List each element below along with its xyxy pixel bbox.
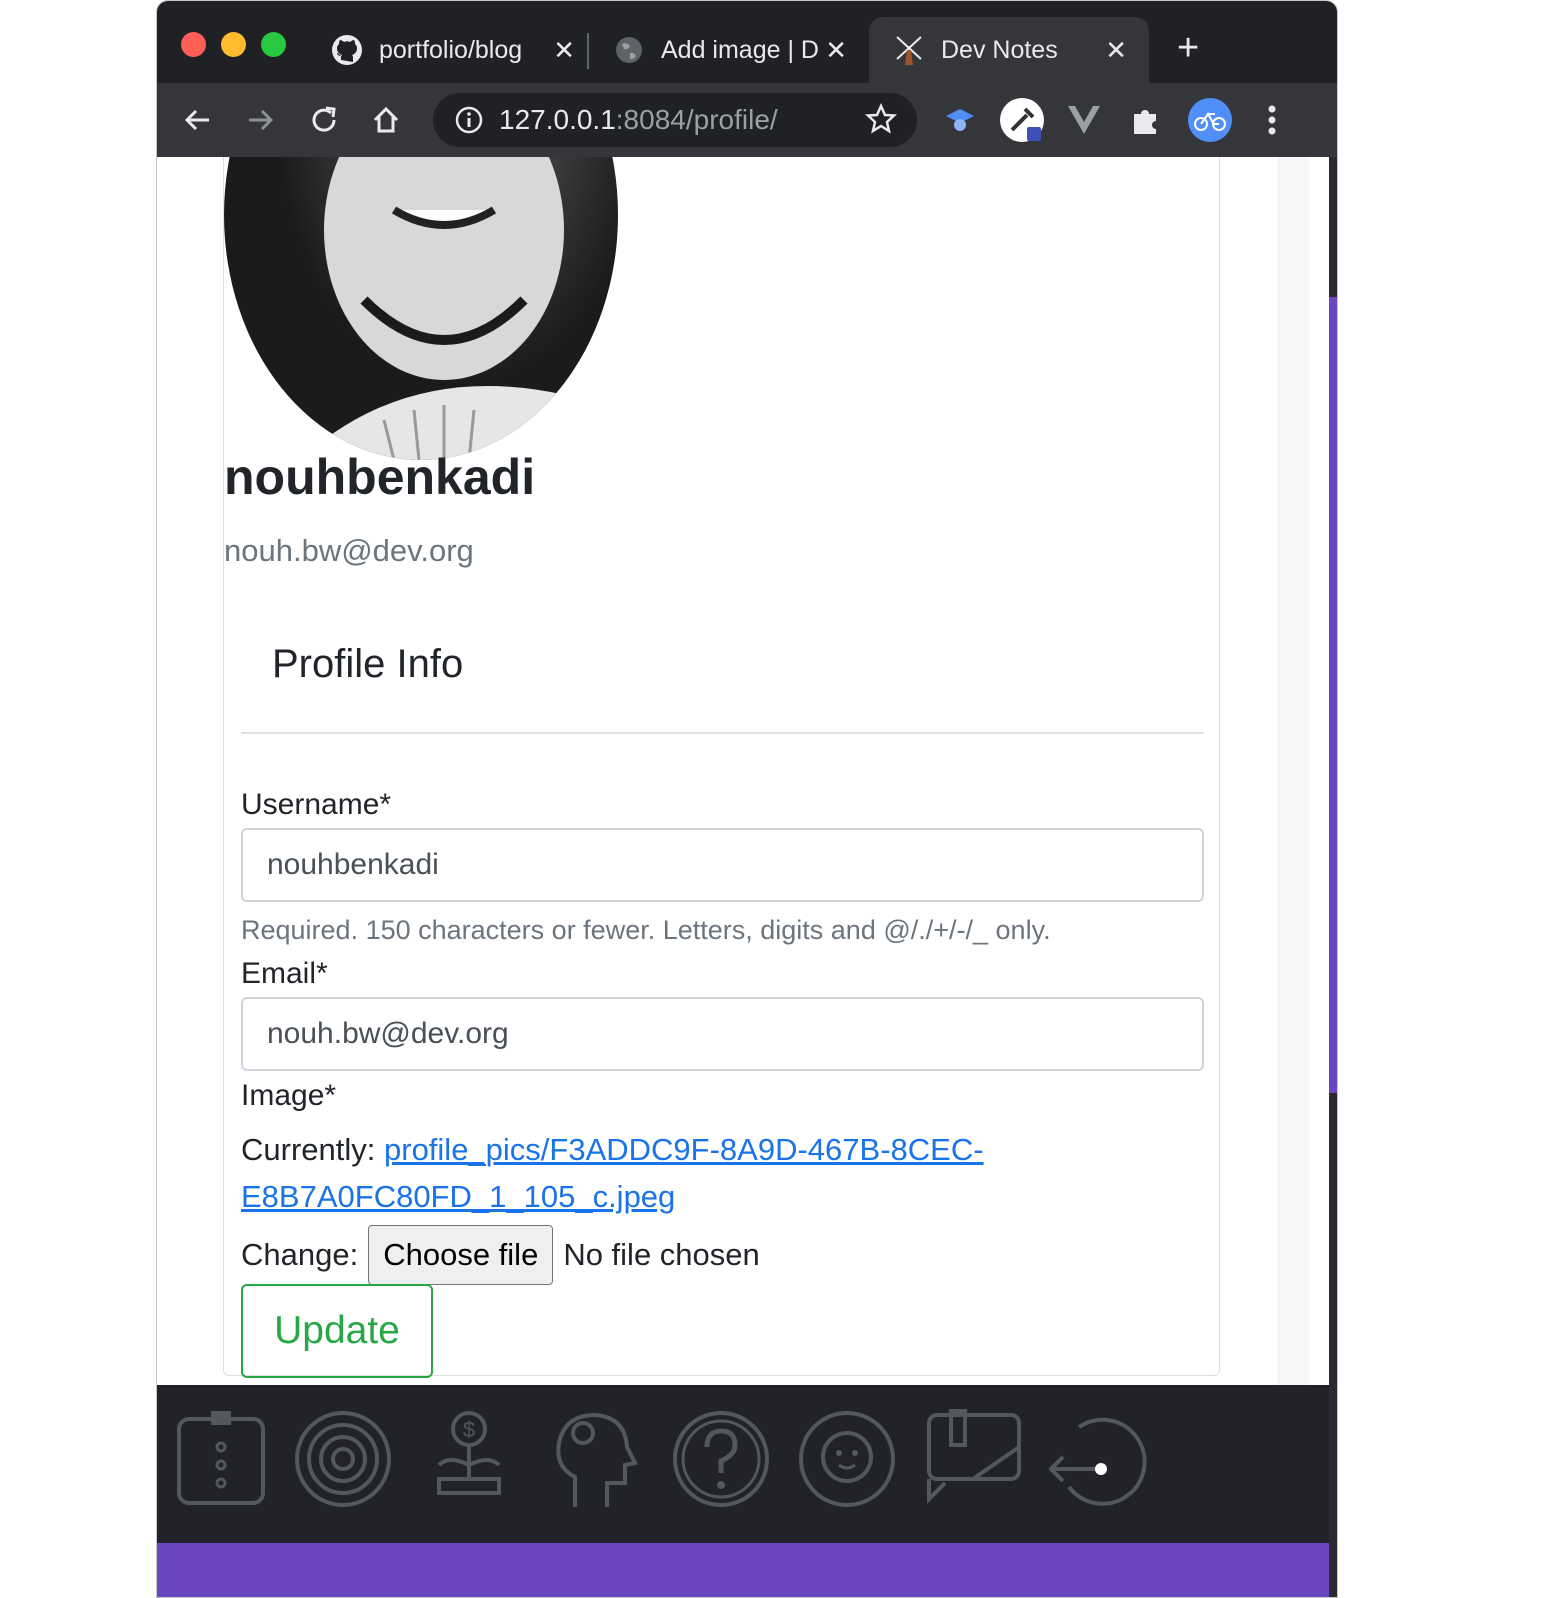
- puzzle-icon[interactable]: [1123, 97, 1169, 143]
- no-file-chosen-text: No file chosen: [563, 1237, 760, 1272]
- tab-add-image[interactable]: Add image | D ✕: [613, 17, 847, 83]
- reload-icon: [312, 106, 336, 132]
- globe-icon: [613, 34, 645, 66]
- tab-label: portfolio/blog: [379, 35, 523, 64]
- reload-button[interactable]: [303, 99, 345, 141]
- close-icon[interactable]: ✕: [825, 35, 847, 66]
- notepad-icon[interactable]: [923, 1407, 1023, 1511]
- change-image-row: Change: Choose file No file chosen: [241, 1225, 760, 1285]
- shirt-icon[interactable]: [171, 1407, 271, 1511]
- minimize-window-button[interactable]: [221, 32, 246, 57]
- arrow-left-icon: [184, 109, 209, 131]
- tab-divider: [587, 33, 589, 69]
- url-host: 127.0.0.1: [499, 104, 616, 135]
- profile-photo: [324, 157, 618, 460]
- arrow-right-icon: [249, 109, 274, 131]
- eyedropper-icon[interactable]: [999, 97, 1045, 143]
- choose-file-button[interactable]: Choose file: [368, 1225, 554, 1285]
- browser-window: portfolio/blog ✕ Add image | D ✕ Dev Not…: [156, 0, 1338, 1598]
- email-label: Email*: [241, 957, 328, 990]
- gear-head-icon[interactable]: [545, 1407, 645, 1511]
- forward-button[interactable]: [239, 99, 281, 141]
- address-bar[interactable]: 127.0.0.1:8084/profile/: [433, 93, 917, 147]
- url-text: 127.0.0.1:8084/profile/: [499, 104, 778, 136]
- username-help-text: Required. 150 characters or fewer. Lette…: [241, 915, 1051, 945]
- vue-icon[interactable]: [1061, 97, 1107, 143]
- tab-portfolio[interactable]: portfolio/blog ✕: [331, 17, 575, 83]
- question-icon[interactable]: [671, 1407, 771, 1511]
- url-path: :8084/profile/: [615, 104, 778, 135]
- tab-dev-notes[interactable]: Dev Notes ✕: [869, 17, 1149, 83]
- new-tab-button[interactable]: +: [1177, 29, 1199, 67]
- bottom-icon-bar: $: [157, 1385, 1337, 1543]
- back-button[interactable]: [177, 99, 219, 141]
- fingerprint-icon[interactable]: [293, 1407, 393, 1511]
- currently-label: Currently:: [241, 1132, 376, 1167]
- money-plant-icon[interactable]: $: [419, 1407, 519, 1511]
- username-input[interactable]: nouhbenkadi: [241, 828, 1204, 902]
- close-icon[interactable]: ✕: [1105, 35, 1127, 66]
- close-window-button[interactable]: [181, 32, 206, 57]
- zoom-window-button[interactable]: [261, 32, 286, 57]
- divider: [241, 732, 1204, 734]
- avatar: [224, 157, 618, 460]
- site-info-icon[interactable]: [453, 104, 485, 136]
- email-input[interactable]: nouh.bw@dev.org: [241, 997, 1204, 1071]
- github-icon: [331, 34, 363, 66]
- profile-email: nouh.bw@dev.org: [224, 533, 474, 568]
- bike-avatar-icon[interactable]: [1187, 97, 1233, 143]
- browser-toolbar: 127.0.0.1:8084/profile/: [157, 83, 1337, 157]
- page-viewport: nouhbenkadi nouh.bw@dev.org Profile Info…: [157, 157, 1309, 1397]
- page-scrollbar[interactable]: [1278, 157, 1309, 1397]
- current-image-row: Currently: profile_pics/F3ADDC9F-8A9D-46…: [241, 1126, 1061, 1220]
- tab-strip: portfolio/blog ✕ Add image | D ✕ Dev Not…: [157, 1, 1337, 83]
- baby-face-icon[interactable]: [797, 1407, 897, 1511]
- profile-card: nouhbenkadi nouh.bw@dev.org Profile Info…: [223, 157, 1220, 1378]
- update-button[interactable]: Update: [241, 1284, 433, 1378]
- change-label: Change:: [241, 1237, 359, 1272]
- tab-label: Add image | D: [661, 35, 819, 64]
- form-legend: Profile Info: [272, 642, 464, 686]
- close-icon[interactable]: ✕: [553, 35, 575, 66]
- graduation-cap-icon[interactable]: [937, 97, 983, 143]
- logout-icon[interactable]: [1049, 1407, 1149, 1511]
- image-label: Image*: [241, 1079, 337, 1112]
- home-icon: [373, 106, 399, 133]
- more-menu-icon[interactable]: [1249, 97, 1295, 143]
- tab-label: Dev Notes: [941, 35, 1058, 64]
- side-rail-highlight: [1329, 297, 1337, 1093]
- profile-username-heading: nouhbenkadi: [224, 449, 536, 505]
- purple-footer-band: [157, 1543, 1337, 1597]
- username-label: Username*: [241, 788, 392, 821]
- windmill-icon: [893, 34, 925, 66]
- bookmark-star-icon[interactable]: [864, 102, 898, 140]
- home-button[interactable]: [365, 99, 407, 141]
- svg-text:$: $: [463, 1417, 475, 1442]
- side-rail: [1329, 157, 1337, 1597]
